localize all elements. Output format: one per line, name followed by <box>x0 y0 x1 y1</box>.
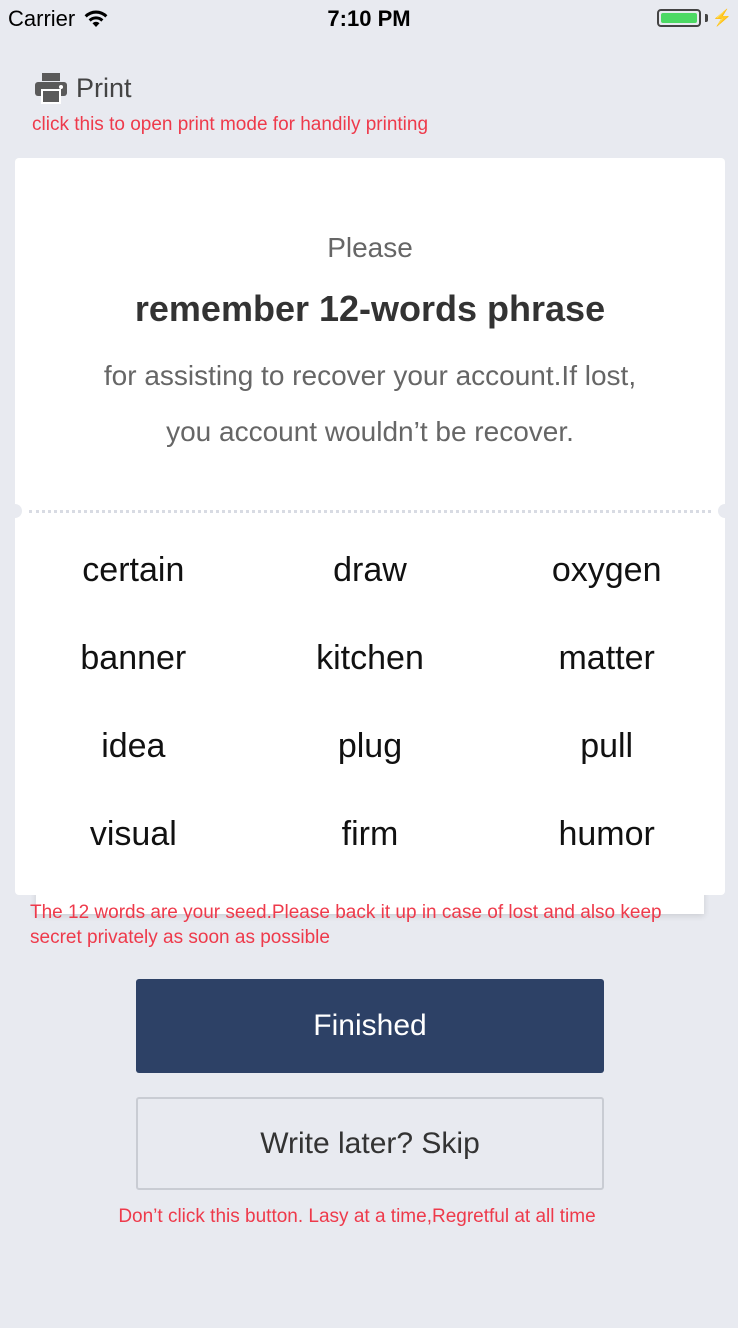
battery-indicator: ⚡ <box>657 8 732 28</box>
battery-fill <box>661 13 698 23</box>
status-bar: Carrier 7:10 PM ⚡ <box>0 0 738 36</box>
card-title: remember 12-words phrase <box>134 288 606 329</box>
seed-word: humor <box>558 814 655 853</box>
printer-icon <box>35 73 67 104</box>
seed-word: certain <box>82 550 185 589</box>
status-time: 7:10 PM <box>327 6 411 31</box>
seed-warning-note: The 12 words are your seed.Please back i… <box>30 902 662 948</box>
battery-icon <box>657 9 702 27</box>
divider-notch-left <box>8 504 22 518</box>
seed-word: plug <box>337 726 403 765</box>
seed-word: firm <box>341 814 399 853</box>
seed-word: visual <box>89 814 177 853</box>
battery-tip <box>705 14 709 22</box>
divider-notch-right <box>718 504 732 518</box>
print-label: Print <box>76 72 132 103</box>
seed-word: pull <box>580 726 634 765</box>
seed-word: kitchen <box>316 638 424 677</box>
bolt-icon: ⚡ <box>712 10 732 27</box>
seed-word: matter <box>558 638 655 677</box>
seed-phrase-card: Please remember 12-words phrase for assi… <box>8 158 732 895</box>
seed-word: oxygen <box>551 550 662 589</box>
skip-warning-note: Don’t click this button. Lasy at a time,… <box>118 1206 596 1227</box>
seed-word: banner <box>80 638 187 677</box>
print-hint: click this to open print mode for handil… <box>32 114 429 135</box>
seed-word: draw <box>333 550 407 589</box>
print-button[interactable]: Print <box>34 72 132 104</box>
skip-button[interactable]: Write later? Skip <box>136 1097 604 1190</box>
seed-word: idea <box>101 726 166 765</box>
finished-button[interactable]: Finished <box>136 979 604 1073</box>
card-please: Please <box>327 232 413 263</box>
seed-word-grid: certain draw oxygen banner kitchen matte… <box>15 526 725 878</box>
dotted-divider <box>29 510 711 513</box>
card-description: for assisting to recover your account.If… <box>103 360 637 447</box>
